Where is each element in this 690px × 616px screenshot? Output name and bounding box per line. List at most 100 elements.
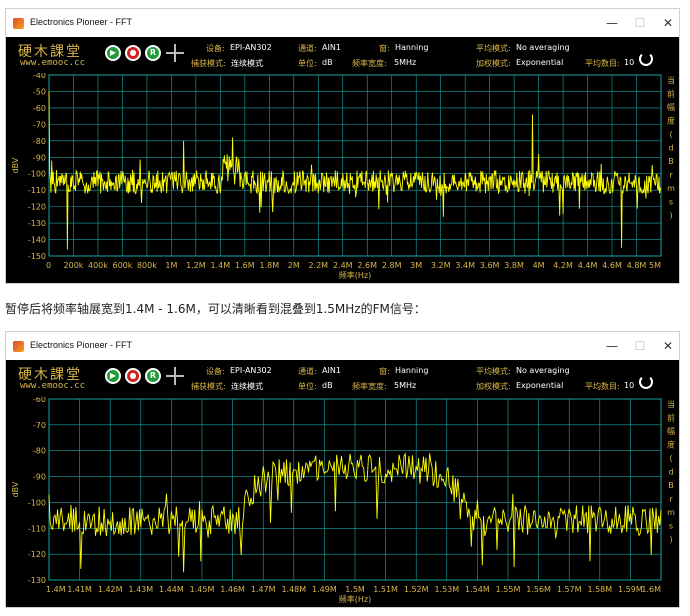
x-tick-label: 1.46M <box>220 585 245 594</box>
x-tick-label: 1.42M <box>98 585 123 594</box>
y-tick-label: -130 <box>28 576 46 585</box>
avg-mode-value[interactable]: No averaging <box>516 43 570 52</box>
window-title: Electronics Pioneer - FFT <box>30 17 133 27</box>
x-axis-title: 频率(Hz) <box>339 270 371 280</box>
window-func-value[interactable]: Hanning <box>395 366 428 375</box>
window-func-value[interactable]: Hanning <box>395 43 428 52</box>
y-tick-label: -100 <box>28 170 46 179</box>
x-tick-label: 1.51M <box>373 585 398 594</box>
stop-button[interactable]: ● <box>125 45 141 61</box>
maximize-button[interactable]: ☐ <box>626 336 654 356</box>
unit-label: 单位: <box>298 59 317 68</box>
device-value[interactable]: EPI-AN302 <box>230 366 272 375</box>
unit-value[interactable]: dB <box>322 58 333 67</box>
device-label: 设备: <box>206 44 225 53</box>
window-func-label: 窗: <box>379 367 390 376</box>
minimize-button[interactable]: — <box>598 13 626 33</box>
y-tick-label: -80 <box>33 137 46 146</box>
stop-button[interactable]: ● <box>125 368 141 384</box>
minimize-button[interactable]: — <box>598 336 626 356</box>
right-axis-title-char: ) <box>669 535 672 544</box>
logo-url: www.emooc.cc <box>20 381 86 391</box>
right-axis-title-char: r <box>669 495 673 504</box>
fft-window-1: Electronics Pioneer - FFT — ☐ ✕ 硬木課堂 www… <box>5 8 680 284</box>
logo-url: www.emooc.cc <box>20 58 86 68</box>
y-tick-label: -60 <box>33 397 46 404</box>
x-tick-label: 3.6M <box>480 261 500 270</box>
channel-label: 通道: <box>298 44 317 53</box>
capture-value[interactable]: 连续模式 <box>231 58 263 69</box>
right-axis-title-char: 当 <box>667 399 675 409</box>
x-tick-label: 1.6M <box>235 261 255 270</box>
record-button[interactable]: R <box>145 368 161 384</box>
x-tick-label: 1.45M <box>190 585 215 594</box>
right-axis-title-char: d <box>668 468 673 477</box>
weight-value[interactable]: Exponential <box>516 58 563 67</box>
span-value[interactable]: 5MHz <box>394 58 416 67</box>
y-tick-label: -70 <box>33 421 46 430</box>
right-axis-title-char: d <box>668 144 673 153</box>
unit-value[interactable]: dB <box>322 381 333 390</box>
right-axis-title-char: m <box>667 508 675 517</box>
avg-count-value[interactable]: 10 <box>624 58 634 67</box>
y-tick-label: -70 <box>33 120 46 129</box>
x-tick-label: 2.4M <box>333 261 353 270</box>
x-tick-label: 1.6M <box>641 585 661 594</box>
avg-count-label: 平均数目: <box>585 59 620 68</box>
avg-mode-value[interactable]: No averaging <box>516 366 570 375</box>
x-tick-label: 0 <box>46 261 51 270</box>
right-axis-title-char: 幅 <box>667 102 675 112</box>
capture-value[interactable]: 连续模式 <box>231 381 263 392</box>
x-tick-label: 4.2M <box>553 261 573 270</box>
record-icon: R <box>149 48 157 57</box>
fft-window-2: Electronics Pioneer - FFT — ☐ ✕ 硬木課堂 www… <box>5 331 680 608</box>
close-button[interactable]: ✕ <box>654 336 679 356</box>
right-axis-title-char: 前 <box>667 413 675 423</box>
avg-count-value[interactable]: 10 <box>624 381 634 390</box>
crosshair-icon[interactable] <box>166 44 184 62</box>
close-button[interactable]: ✕ <box>654 13 679 33</box>
x-tick-label: 5M <box>649 261 661 270</box>
y-tick-label: -150 <box>28 252 46 261</box>
x-tick-label: 1.44M <box>159 585 184 594</box>
x-tick-label: 1.8M <box>260 261 280 270</box>
weight-value[interactable]: Exponential <box>516 381 563 390</box>
right-axis-title-char: ( <box>669 130 672 139</box>
title-bar: Electronics Pioneer - FFT — ☐ ✕ <box>6 332 679 360</box>
right-axis-title-char: B <box>668 157 674 166</box>
x-tick-label: 1.53M <box>434 585 459 594</box>
right-axis-title-char: r <box>669 171 673 180</box>
x-tick-label: 1.58M <box>587 585 612 594</box>
channel-value[interactable]: AIN1 <box>322 366 341 375</box>
logo: 硬木課堂 www.emooc.cc <box>14 41 96 71</box>
x-tick-label: 2.6M <box>357 261 377 270</box>
maximize-button[interactable]: ☐ <box>626 13 654 33</box>
x-tick-label: 800k <box>137 261 157 270</box>
x-tick-label: 400k <box>88 261 108 270</box>
x-tick-label: 1M <box>165 261 177 270</box>
right-axis-title-char: 度 <box>667 116 675 126</box>
channel-value[interactable]: AIN1 <box>322 43 341 52</box>
y-axis-title: dBV <box>11 481 20 497</box>
title-bar: Electronics Pioneer - FFT — ☐ ✕ <box>6 9 679 37</box>
x-tick-label: 1.4M <box>46 585 66 594</box>
x-axis-title: 频率(Hz) <box>339 594 371 604</box>
play-button[interactable]: ▶ <box>105 45 121 61</box>
span-value[interactable]: 5MHz <box>394 381 416 390</box>
x-tick-label: 2M <box>288 261 300 270</box>
y-tick-label: -100 <box>28 498 46 507</box>
refresh-icon[interactable] <box>639 375 653 389</box>
capture-label: 捕获模式: <box>191 382 226 391</box>
x-tick-label: 1.56M <box>526 585 551 594</box>
y-tick-label: -120 <box>28 203 46 212</box>
play-button[interactable]: ▶ <box>105 368 121 384</box>
refresh-icon[interactable] <box>639 52 653 66</box>
x-tick-label: 4.8M <box>627 261 647 270</box>
spectrum-trace <box>48 91 662 250</box>
avg-mode-label: 平均模式: <box>476 44 511 53</box>
stop-icon: ● <box>129 48 137 57</box>
record-button[interactable]: R <box>145 45 161 61</box>
window-title: Electronics Pioneer - FFT <box>30 340 133 350</box>
crosshair-icon[interactable] <box>166 367 184 385</box>
device-value[interactable]: EPI-AN302 <box>230 43 272 52</box>
